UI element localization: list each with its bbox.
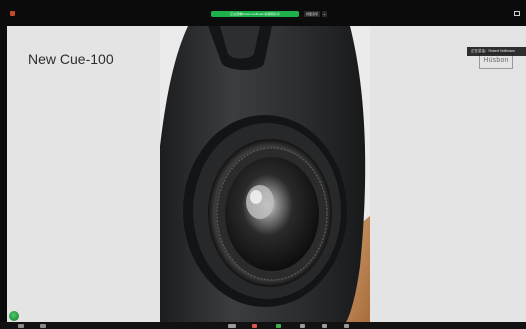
fullscreen-icon[interactable] [514,11,520,16]
participants-icon[interactable] [228,324,236,328]
more-icon[interactable] [344,324,349,328]
shared-screen: New Cue-100 Hüsbon 正在讲话：Robert Hoffmann [7,26,526,322]
meeting-window: 正在观看Robert Hoffmann的屏幕共享 视图选项 ⌄ New Cue-… [0,0,526,329]
active-speaker-badge: 正在讲话：Robert Hoffmann [467,47,526,56]
view-options-caret-icon[interactable]: ⌄ [322,11,327,17]
top-bar: 正在观看Robert Hoffmann的屏幕共享 视图选项 ⌄ [0,0,526,26]
bottom-toolbar [0,322,526,329]
microphone-icon[interactable] [9,311,19,321]
audio-icon[interactable] [18,324,24,328]
reactions-icon[interactable] [322,324,327,328]
record-icon[interactable] [300,324,305,328]
video-icon[interactable] [40,324,46,328]
app-logo-icon [10,11,15,16]
chat-icon[interactable] [252,324,257,328]
screen-share-banner[interactable]: 正在观看Robert Hoffmann的屏幕共享 [211,11,299,17]
view-options-button[interactable]: 视图选项 [304,11,320,17]
speaker-photo [160,26,370,322]
share-screen-icon[interactable] [276,324,281,328]
slide-title: New Cue-100 [28,51,114,67]
